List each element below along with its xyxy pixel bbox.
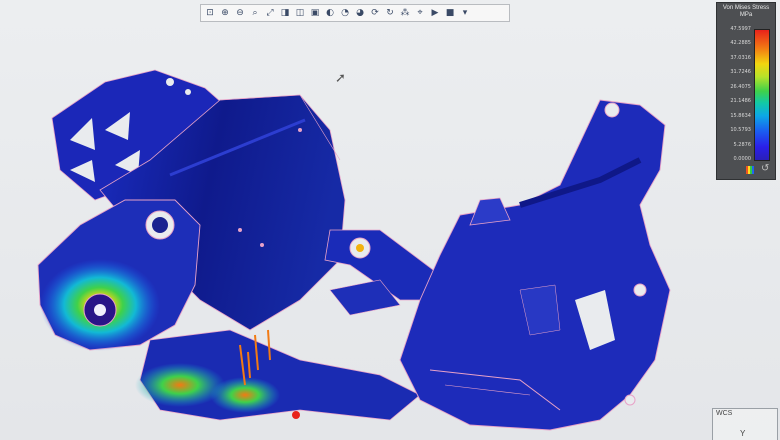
- display-style-icon[interactable]: ▣: [308, 6, 322, 20]
- gear-case: [37, 199, 201, 351]
- legend-value: 5.2876: [733, 141, 752, 148]
- legend-value: 0.0000: [733, 156, 752, 162]
- probe-icon[interactable]: ⌖: [413, 6, 427, 20]
- stress-legend[interactable]: Von Mises Stress MPa 47.5997 42.2885 37.03…: [716, 2, 776, 180]
- legend-labels: 47.5997 42.2885 37.0316 31.7246 26.4075 21.14…: [721, 26, 752, 162]
- view-settings-icon[interactable]: ⟳: [368, 6, 382, 20]
- zoom-area-icon[interactable]: ⌕: [248, 6, 262, 20]
- legend-value: 10.5793: [730, 127, 751, 134]
- zoom-out-icon[interactable]: ⊖: [233, 6, 247, 20]
- coordinate-triad: WCS Y: [712, 408, 778, 440]
- legend-value: 42.2885: [730, 40, 751, 47]
- hide-show-icon[interactable]: ◐: [323, 6, 337, 20]
- color-map-icon[interactable]: [746, 166, 754, 174]
- legend-title: Von Mises Stress: [722, 5, 770, 11]
- legend-value: 37.0316: [730, 54, 751, 61]
- section-view-icon[interactable]: ◨: [278, 6, 292, 20]
- fea-model: [37, 69, 671, 431]
- rear-frame: [399, 99, 671, 431]
- swing-arm: [135, 329, 421, 421]
- triad-label: WCS: [716, 410, 733, 417]
- color-scale-bar: [754, 29, 770, 161]
- animate-icon[interactable]: ▶: [428, 6, 442, 20]
- scene-icon[interactable]: ◕: [353, 6, 367, 20]
- legend-value: 31.7246: [730, 69, 751, 76]
- mouse-cursor-icon: ➚: [335, 70, 346, 85]
- zoom-in-icon[interactable]: ⊕: [218, 6, 232, 20]
- graphics-viewport[interactable]: [0, 0, 780, 440]
- view-orientation-icon[interactable]: ◫: [293, 6, 307, 20]
- capture-icon[interactable]: ■: [443, 6, 457, 20]
- deformed-plot-icon[interactable]: ⁂: [398, 6, 412, 20]
- more-icon[interactable]: ▾: [458, 6, 472, 20]
- legend-value: 26.4075: [730, 83, 751, 90]
- previous-view-icon[interactable]: ⤢: [263, 6, 277, 20]
- legend-scale: 47.5997 42.2885 37.0316 31.7246 26.4075 21.14…: [721, 26, 773, 162]
- legend-value: 15.8634: [730, 112, 751, 119]
- legend-value: 47.5997: [730, 26, 751, 32]
- view-toolbar: ⊡ ⊕ ⊖ ⌕ ⤢ ◨ ◫ ▣ ◐ ◔ ◕ ⟳ ↻ ⁂ ⌖ ▶ ■ ▾: [200, 4, 510, 22]
- legend-unit: MPa: [739, 12, 753, 18]
- legend-value: 21.1486: [730, 98, 751, 105]
- zoom-fit-icon[interactable]: ⊡: [203, 6, 217, 20]
- rotate-icon[interactable]: ↻: [383, 6, 397, 20]
- reset-icon[interactable]: ↺: [761, 163, 769, 174]
- triad-axis-label: Y: [740, 429, 746, 438]
- edit-appearance-icon[interactable]: ◔: [338, 6, 352, 20]
